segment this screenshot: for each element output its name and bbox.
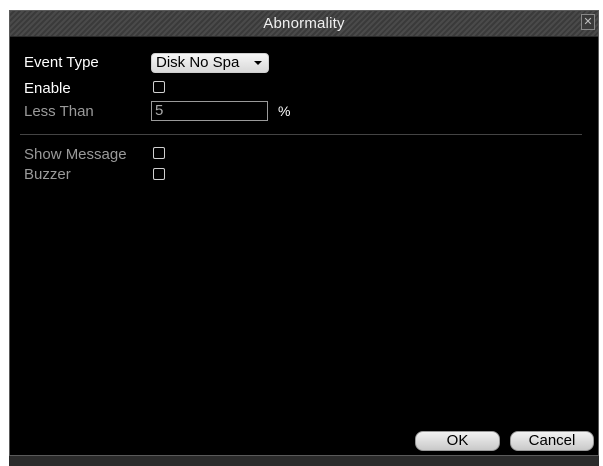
bottom-strip: [9, 456, 599, 466]
show-message-label: Show Message: [24, 146, 127, 163]
event-type-label: Event Type: [24, 54, 99, 71]
section-divider: [20, 134, 582, 135]
ok-button[interactable]: OK: [415, 431, 500, 451]
buzzer-checkbox[interactable]: [153, 168, 165, 180]
event-type-select[interactable]: Disk No Spa: [151, 53, 269, 73]
abnormality-dialog: Abnormality ✕ Event Type Disk No Spa Ena…: [9, 10, 599, 456]
buzzer-label: Buzzer: [24, 166, 71, 183]
dialog-title: Abnormality: [263, 15, 345, 32]
close-icon[interactable]: ✕: [581, 14, 595, 30]
cancel-button[interactable]: Cancel: [510, 431, 594, 451]
percent-unit: %: [278, 103, 291, 119]
show-message-checkbox[interactable]: [153, 147, 165, 159]
enable-checkbox[interactable]: [153, 81, 165, 93]
less-than-input[interactable]: 5: [151, 101, 268, 121]
less-than-label: Less Than: [24, 103, 94, 120]
event-type-value: Disk No Spa: [156, 54, 240, 71]
enable-label: Enable: [24, 80, 71, 97]
title-bar[interactable]: Abnormality ✕: [10, 11, 598, 37]
chevron-down-icon: [254, 61, 262, 65]
